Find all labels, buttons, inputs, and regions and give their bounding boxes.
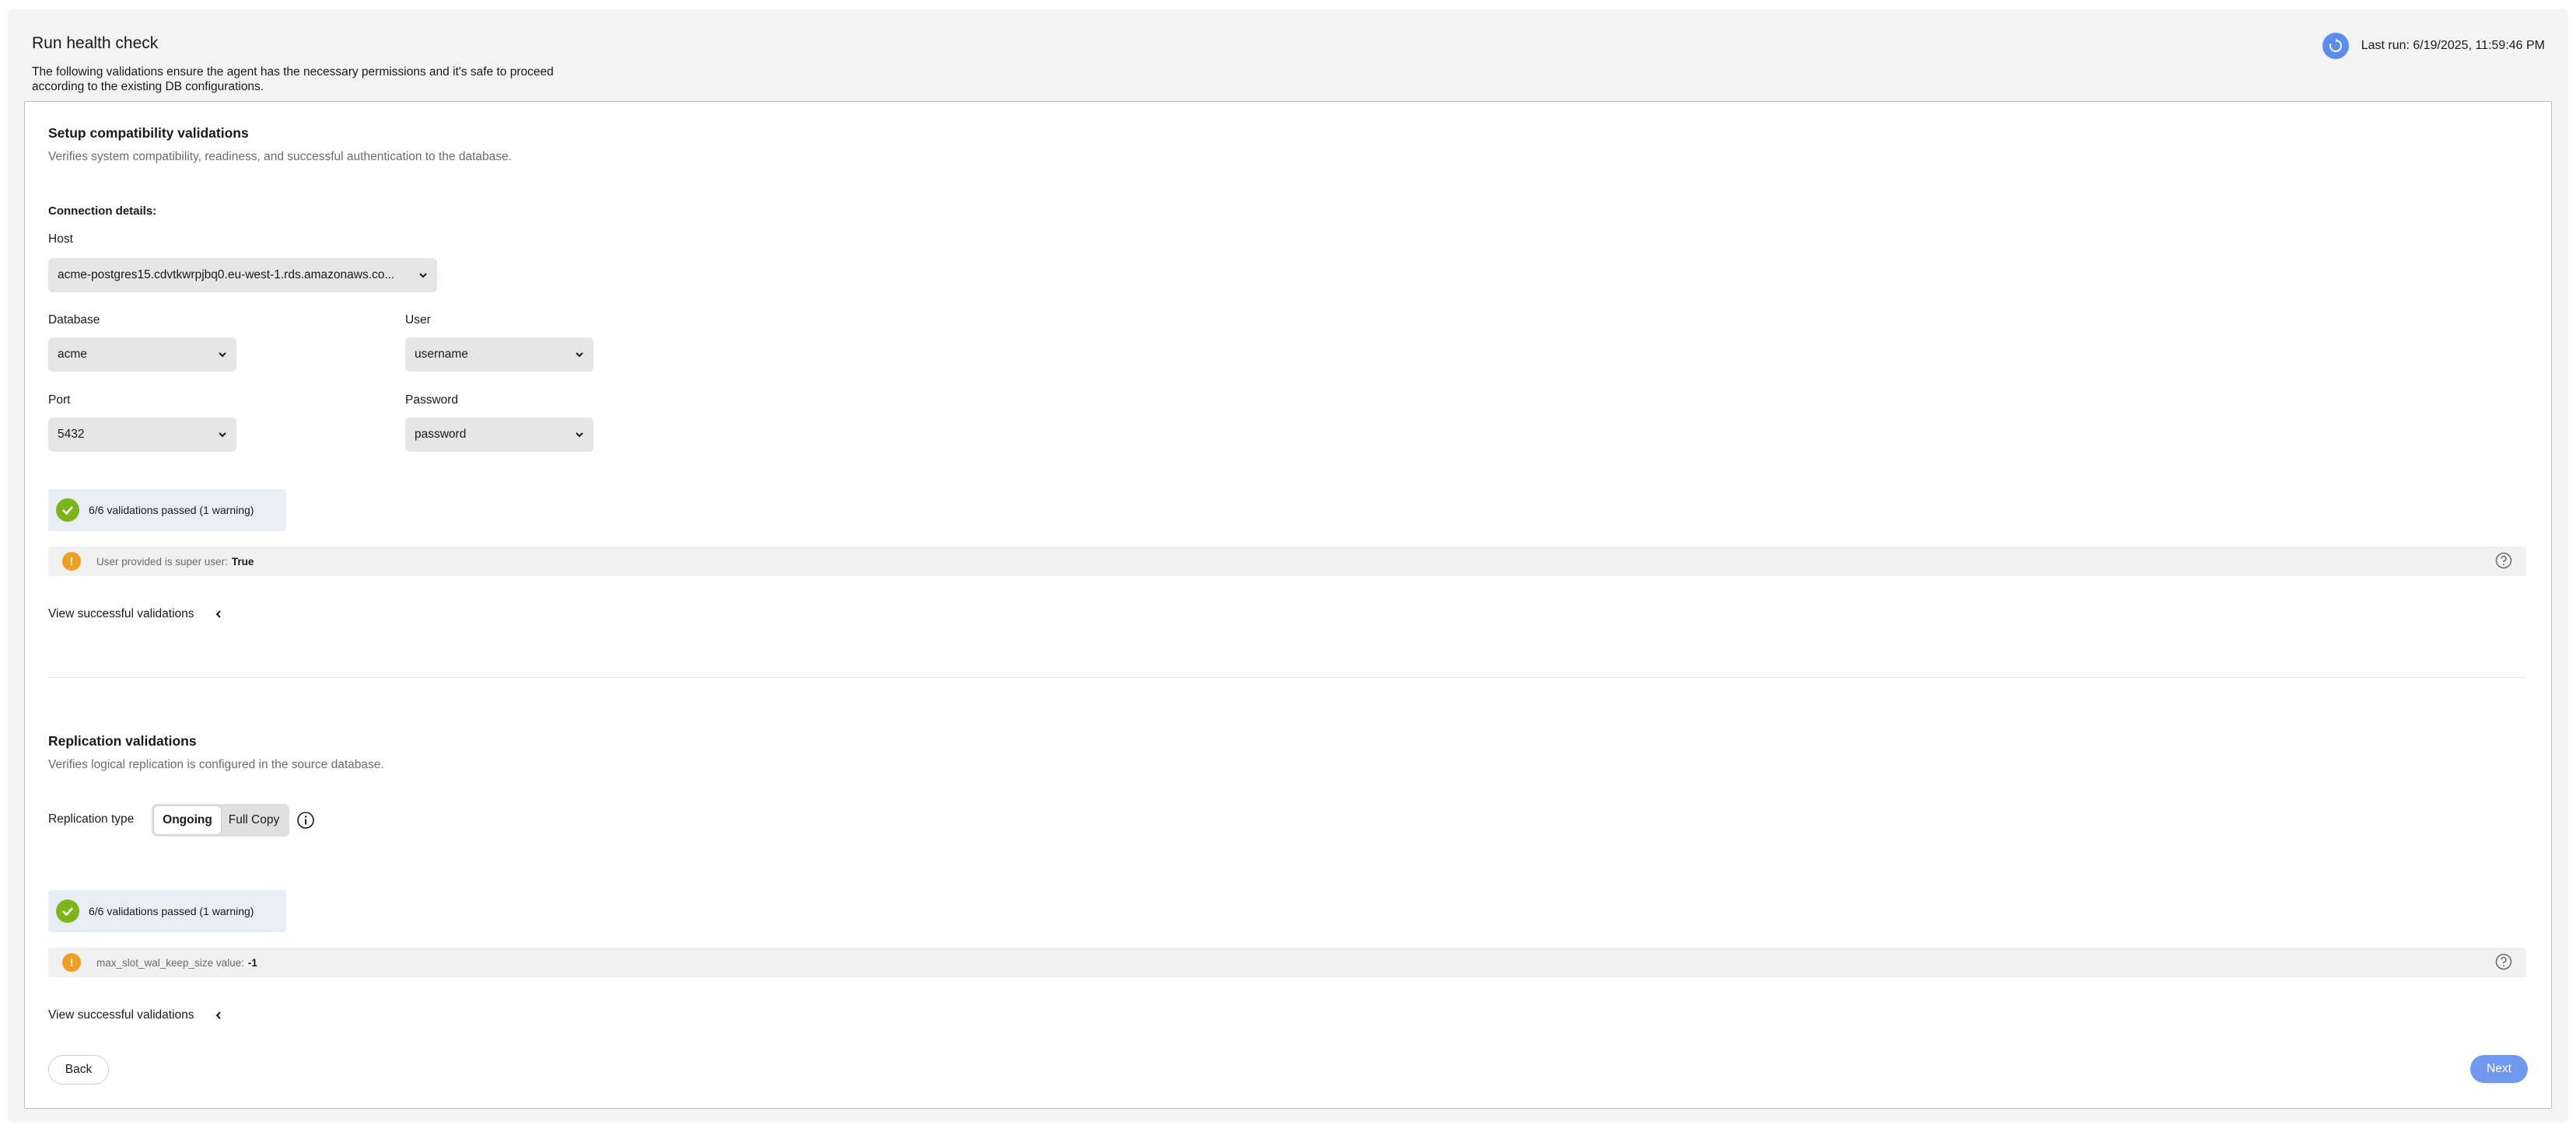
setup-warning-text: User provided is super user: xyxy=(96,555,228,568)
replication-view-successful-toggle[interactable]: View successful validations xyxy=(48,1008,222,1022)
database-label: Database xyxy=(48,313,100,327)
replication-warning-row: ! max_slot_wal_keep_size value: -1 xyxy=(48,948,2526,977)
database-value: acme xyxy=(58,348,87,361)
setup-view-successful-toggle[interactable]: View successful validations xyxy=(48,607,222,621)
replication-warning-text: max_slot_wal_keep_size value: xyxy=(96,956,244,969)
help-icon[interactable] xyxy=(2495,953,2512,970)
connection-details-label: Connection details: xyxy=(48,204,157,218)
chevron-down-icon xyxy=(419,273,427,278)
refresh-icon xyxy=(2329,38,2342,52)
chevron-down-icon xyxy=(576,432,583,438)
password-label: Password xyxy=(405,393,459,407)
chevron-left-icon xyxy=(215,610,221,618)
user-select[interactable]: username xyxy=(405,337,593,372)
chevron-left-icon xyxy=(215,1011,221,1019)
chevron-down-icon xyxy=(219,432,226,438)
replication-view-successful-label: View successful validations xyxy=(48,1008,194,1022)
replication-type-full-copy[interactable]: Full Copy xyxy=(221,806,287,834)
setup-section-title: Setup compatibility validations xyxy=(48,125,249,141)
replication-type-ongoing[interactable]: Ongoing xyxy=(154,806,221,834)
chevron-down-icon xyxy=(576,352,583,358)
check-icon xyxy=(56,900,79,923)
setup-warning-row: ! User provided is super user: True xyxy=(48,547,2526,576)
port-value: 5432 xyxy=(58,428,85,441)
replication-type-label: Replication type xyxy=(48,812,135,826)
info-icon[interactable] xyxy=(296,811,315,830)
host-label: Host xyxy=(48,232,73,246)
section-divider xyxy=(48,677,2526,678)
replication-result-text: 6/6 validations passed (1 warning) xyxy=(89,905,254,917)
setup-result-text: 6/6 validations passed (1 warning) xyxy=(89,504,254,516)
database-select[interactable]: acme xyxy=(48,337,236,372)
replication-result-badge: 6/6 validations passed (1 warning) xyxy=(48,890,286,932)
setup-section-subtitle: Verifies system compatibility, readiness… xyxy=(48,150,512,163)
warning-icon: ! xyxy=(62,552,81,571)
setup-view-successful-label: View successful validations xyxy=(48,607,194,620)
user-label: User xyxy=(405,313,431,327)
last-run-area: Last run: 6/19/2025, 11:59:46 PM xyxy=(2322,33,2545,59)
warning-icon: ! xyxy=(62,953,81,972)
replication-section-title: Replication validations xyxy=(48,733,197,749)
page-title: Run health check xyxy=(32,34,159,52)
setup-result-badge: 6/6 validations passed (1 warning) xyxy=(48,489,286,531)
setup-warning-value: True xyxy=(231,555,254,568)
host-value: acme-postgres15.cdvtkwrpjbq0.eu-west-1.r… xyxy=(58,268,395,281)
check-icon xyxy=(56,498,79,522)
replication-type-toggle[interactable]: Ongoing Full Copy xyxy=(152,804,289,837)
password-value: password xyxy=(415,428,467,441)
chevron-down-icon xyxy=(219,352,226,358)
help-icon[interactable] xyxy=(2495,552,2512,569)
refresh-button[interactable] xyxy=(2322,33,2349,59)
port-label: Port xyxy=(48,393,71,407)
health-check-card: Setup compatibility validations Verifies… xyxy=(24,101,2552,1109)
replication-section-subtitle: Verifies logical replication is configur… xyxy=(48,758,384,771)
next-button[interactable]: Next xyxy=(2470,1055,2528,1083)
back-button[interactable]: Back xyxy=(48,1055,109,1085)
user-value: username xyxy=(415,348,468,361)
replication-warning-value: -1 xyxy=(247,956,257,969)
password-select[interactable]: password xyxy=(405,418,593,452)
last-run-text: Last run: 6/19/2025, 11:59:46 PM xyxy=(2361,39,2545,52)
page-description: The following validations ensure the age… xyxy=(32,65,554,93)
port-select[interactable]: 5432 xyxy=(48,418,236,452)
host-select[interactable]: acme-postgres15.cdvtkwrpjbq0.eu-west-1.r… xyxy=(48,258,437,292)
